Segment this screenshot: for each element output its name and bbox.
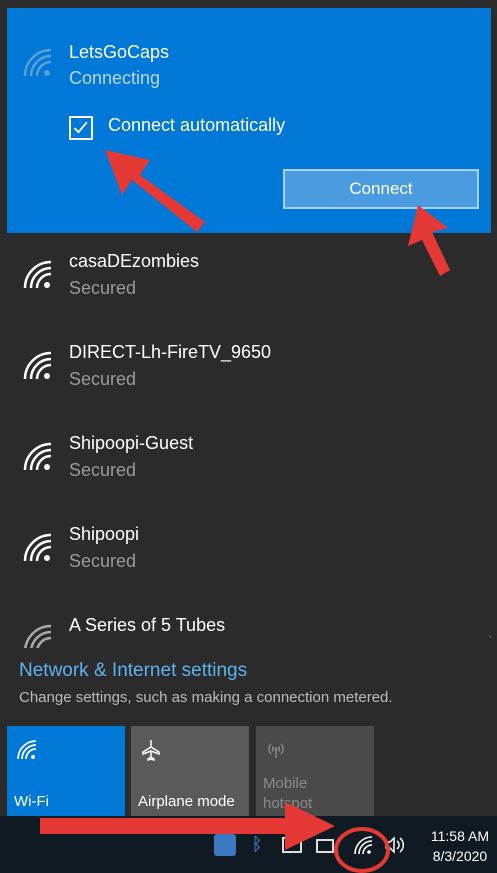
battery-icon[interactable] [316, 839, 334, 853]
network-item[interactable]: casaDEzombies Secured [7, 240, 491, 330]
network-item[interactable]: A Series of 5 Tubes [7, 604, 491, 648]
network-item[interactable]: DIRECT-Lh-FireTV_9650 Secured [7, 331, 491, 421]
auto-connect-checkbox[interactable] [69, 116, 93, 140]
network-ssid: casaDEzombies [69, 251, 200, 271]
clock-date: 8/3/2020 [432, 848, 488, 864]
wifi-signal-icon [23, 260, 52, 289]
wifi-signal-icon [23, 533, 52, 562]
network-ssid: DIRECT-Lh-FireTV_9650 [69, 342, 272, 362]
display-icon[interactable] [282, 837, 302, 853]
network-ssid: A Series of 5 Tubes [69, 615, 226, 635]
tile-label: Airplane mode [138, 793, 235, 810]
network-ssid: Shipoopi-Guest [69, 433, 194, 453]
wifi-signal-icon [23, 48, 52, 77]
taskbar-clock[interactable]: 11:58 AM 8/3/2020 [431, 826, 489, 866]
tile-label-line2: hotspot [263, 795, 313, 812]
connect-button[interactable]: Connect [283, 169, 479, 209]
volume-icon[interactable] [383, 834, 405, 856]
selected-network[interactable]: LetsGoCaps Connecting Connect automatica… [7, 8, 491, 233]
app-tray-icon[interactable] [214, 834, 236, 856]
mobile-hotspot-tile[interactable]: Mobile hotspot [256, 726, 374, 816]
hotspot-icon [268, 743, 284, 758]
airplane-icon [142, 740, 160, 762]
wifi-signal-icon [24, 624, 52, 648]
tile-label: Wi-Fi [14, 793, 49, 810]
network-status: Connecting [69, 68, 161, 88]
check-icon [73, 121, 88, 134]
airplane-mode-tile[interactable]: Airplane mode [131, 726, 249, 816]
wifi-tray-icon[interactable] [352, 834, 374, 856]
clock-time: 11:58 AM [430, 828, 489, 844]
tile-label-line1: Mobile [263, 775, 308, 792]
wifi-signal-icon [23, 351, 52, 380]
network-status: Secured [69, 369, 137, 389]
auto-connect-label[interactable]: Connect automatically [108, 115, 285, 136]
network-settings-description: Change settings, such as making a connec… [19, 689, 393, 706]
network-item[interactable]: Shipoopi Secured [7, 513, 491, 603]
network-status: Secured [69, 278, 137, 298]
wifi-signal-icon [23, 442, 52, 471]
network-ssid: LetsGoCaps [69, 42, 170, 62]
wifi-icon [17, 740, 37, 760]
bluetooth-icon[interactable]: ᛒ [246, 834, 268, 856]
network-item[interactable]: Shipoopi-Guest Secured [7, 422, 491, 512]
network-flyout: LetsGoCaps Connecting Connect automatica… [7, 8, 491, 816]
network-settings-link[interactable]: Network & Internet settings [19, 660, 247, 682]
network-status: Secured [69, 551, 137, 571]
scroll-down-icon[interactable]: ⌄ [487, 630, 491, 641]
network-status: Secured [69, 460, 137, 480]
taskbar: ᛒ 11:58 AM 8/3/2020 [0, 816, 497, 873]
tile-label: Mobile hotspot [263, 774, 312, 814]
network-ssid: Shipoopi [69, 524, 140, 544]
wifi-toggle-tile[interactable]: Wi-Fi [7, 726, 125, 816]
